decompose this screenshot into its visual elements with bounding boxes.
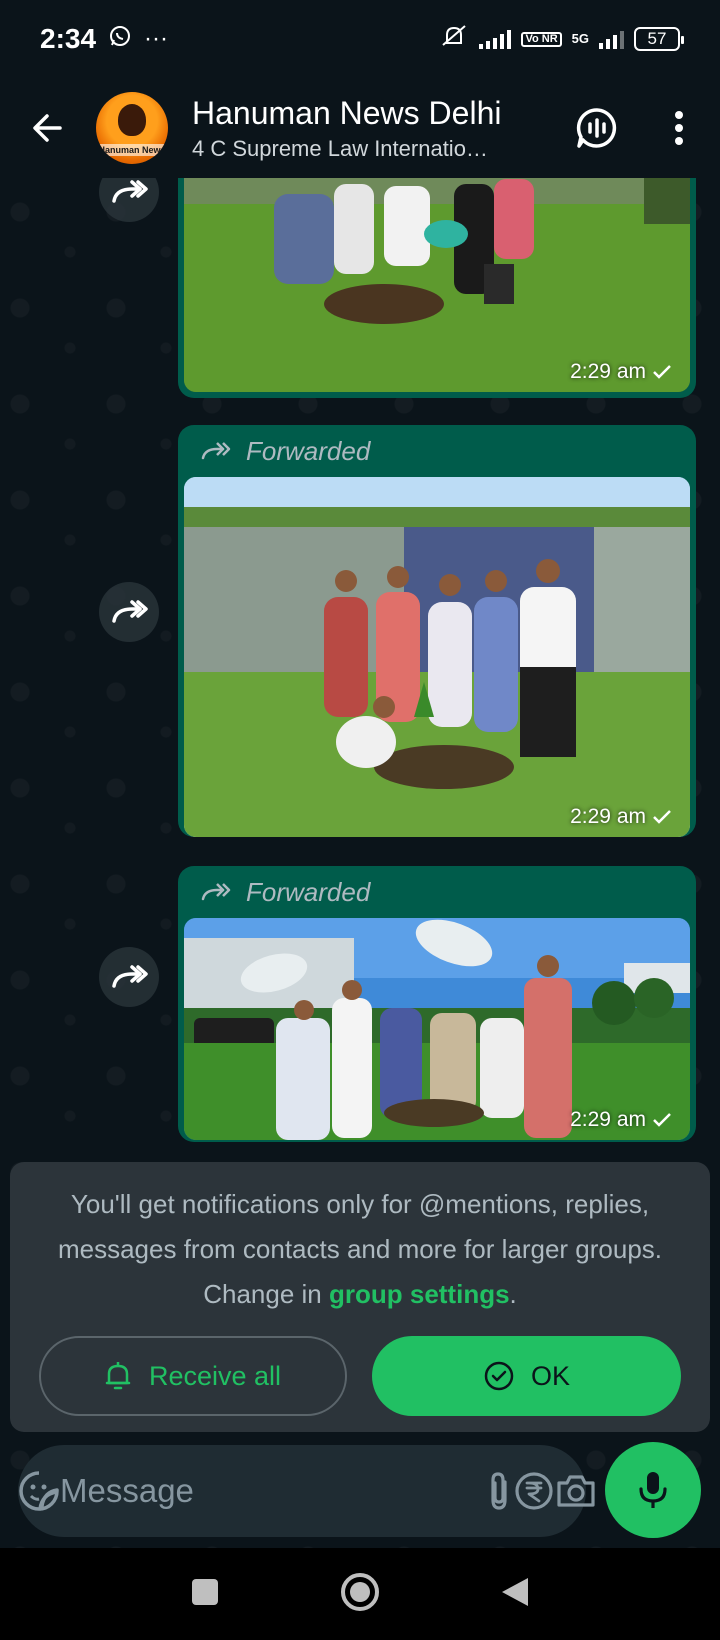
- avatar-image: [118, 104, 146, 136]
- forward-button[interactable]: [99, 178, 159, 222]
- rupee-icon: [515, 1472, 553, 1510]
- forward-icon: [112, 965, 148, 988]
- image-message[interactable]: 2:29 am: [178, 178, 696, 398]
- triangle-back-icon: [502, 1577, 528, 1606]
- voice-chat-icon: [576, 108, 617, 148]
- receive-all-button[interactable]: Receive all: [39, 1336, 347, 1416]
- cell-signal-icon: [599, 29, 624, 49]
- attach-button[interactable]: [485, 1445, 513, 1537]
- system-nav-bar: [0, 1548, 720, 1640]
- volte-badge: Vo NR: [521, 31, 562, 47]
- voice-chat-button[interactable]: [556, 78, 638, 178]
- ok-button[interactable]: OK: [372, 1336, 681, 1416]
- square-icon: [192, 1578, 218, 1605]
- chat-subtitle: 4 C Supreme Law Internatio…: [192, 135, 488, 161]
- camera-button[interactable]: [555, 1445, 597, 1537]
- image-message[interactable]: Forwarded 2:29 am: [178, 425, 696, 837]
- message-timestamp: 2:29 am: [570, 360, 672, 384]
- silent-mode-icon: [439, 23, 469, 56]
- image-message[interactable]: Forwarded 2:29 am: [178, 866, 696, 1142]
- message-timestamp: 2:29 am: [570, 1108, 672, 1132]
- microphone-icon: [639, 1472, 667, 1508]
- group-settings-link[interactable]: group settings: [329, 1279, 510, 1309]
- message-photo[interactable]: 2:29 am: [184, 477, 690, 837]
- sent-check-icon: [653, 1113, 671, 1127]
- message-composer: [18, 1445, 595, 1537]
- message-photo[interactable]: 2:29 am: [184, 178, 690, 392]
- forwarded-label: Forwarded: [184, 431, 690, 471]
- more-options-button[interactable]: [638, 78, 720, 178]
- status-time: 2:34: [40, 23, 97, 54]
- avatar-text: Hanuman News: [96, 144, 168, 156]
- message-timestamp: 2:29 am: [570, 805, 672, 829]
- chat-title: Hanuman News Delhi: [192, 94, 502, 131]
- chat-info[interactable]: Hanuman News Delhi 4 C Supreme Law Inter…: [192, 95, 556, 162]
- forward-icon: [112, 600, 148, 623]
- forwarded-label: Forwarded: [184, 872, 690, 912]
- group-avatar[interactable]: Hanuman News: [96, 92, 168, 164]
- bell-icon: [105, 1362, 131, 1390]
- sticker-button[interactable]: [18, 1445, 60, 1537]
- chat-header: Hanuman News Hanuman News Delhi 4 C Supr…: [0, 78, 720, 178]
- home-button[interactable]: [340, 1572, 380, 1617]
- check-circle-icon: [484, 1361, 514, 1391]
- camera-icon: [557, 1475, 595, 1507]
- paperclip-icon: [491, 1472, 507, 1510]
- wifi-signal-icon: [479, 29, 512, 49]
- message-photo[interactable]: 2:29 am: [184, 918, 690, 1140]
- network-type: 5G: [571, 31, 589, 46]
- sent-check-icon: [653, 810, 671, 824]
- circle-home-icon: [341, 1572, 379, 1611]
- recents-button[interactable]: [190, 1577, 220, 1612]
- notification-notice-card: You'll get notifications only for @menti…: [10, 1162, 710, 1432]
- forward-button[interactable]: [99, 582, 159, 642]
- sent-check-icon: [653, 365, 671, 379]
- notice-text: You'll get notifications only for @menti…: [57, 1189, 663, 1309]
- message-list[interactable]: 2:29 am Forwarded 2:29 am Forwarded 2:29…: [0, 178, 720, 1158]
- voice-record-button[interactable]: [605, 1442, 701, 1538]
- whatsapp-icon: [108, 23, 132, 55]
- back-arrow-icon: [33, 114, 62, 142]
- back-button[interactable]: [0, 78, 96, 178]
- sticker-icon: [19, 1471, 59, 1511]
- forwarded-arrows-icon: [201, 442, 231, 460]
- forwarded-arrows-icon: [201, 883, 231, 901]
- battery-indicator: 57: [634, 27, 684, 51]
- payment-button[interactable]: [513, 1445, 555, 1537]
- more-vert-icon: [675, 111, 683, 145]
- forward-button[interactable]: [99, 947, 159, 1007]
- status-bar: 2:34 ··· Vo NR 5G 57: [0, 0, 720, 78]
- message-input[interactable]: [60, 1461, 485, 1521]
- forward-icon: [112, 180, 148, 203]
- more-notifications-icon: ···: [144, 25, 169, 52]
- nav-back-button[interactable]: [500, 1576, 530, 1613]
